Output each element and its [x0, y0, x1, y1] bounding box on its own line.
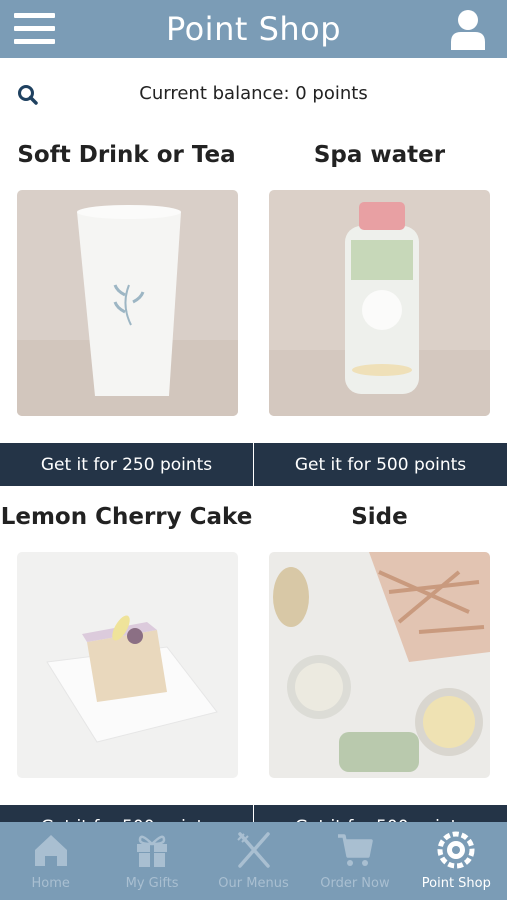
- app-header: Point Shop: [0, 0, 507, 58]
- current-balance: Current balance: 0 points: [139, 83, 368, 104]
- product-image-cake[interactable]: [17, 552, 238, 778]
- tab-label: My Gifts: [125, 876, 179, 891]
- product-name: Lemon Cherry Cake: [0, 504, 253, 530]
- tab-order-now[interactable]: Order Now: [304, 822, 405, 900]
- product-name: Side: [351, 504, 408, 530]
- tab-our-menus[interactable]: Our Menus: [203, 822, 304, 900]
- gift-icon: [137, 835, 168, 867]
- bottom-tab-bar: Home My Gifts Our Menus Order Now Point …: [0, 822, 507, 900]
- balance-row: Current balance: 0 points: [0, 70, 507, 118]
- page-title: Point Shop: [165, 10, 342, 48]
- product-image-side[interactable]: [269, 552, 490, 778]
- tab-label: Point Shop: [421, 876, 491, 891]
- tab-point-shop[interactable]: Point Shop: [406, 822, 507, 900]
- fork-knife-icon: [236, 832, 270, 868]
- tab-label: Our Menus: [218, 876, 289, 891]
- tab-label: Order Now: [320, 876, 390, 891]
- tab-my-gifts[interactable]: My Gifts: [101, 822, 202, 900]
- product-image-spa-water[interactable]: [269, 190, 490, 416]
- user-profile-icon[interactable]: [451, 10, 485, 50]
- product-image-cup[interactable]: [17, 190, 238, 416]
- buy-button[interactable]: Get it for 500 points: [254, 443, 507, 486]
- point-shop-icon: [437, 831, 475, 869]
- menu-icon[interactable]: [14, 13, 55, 44]
- product-name: Soft Drink or Tea: [17, 142, 236, 168]
- tab-label: Home: [31, 876, 70, 891]
- product-name: Spa water: [313, 142, 446, 168]
- tab-home[interactable]: Home: [0, 822, 101, 900]
- home-icon: [34, 835, 67, 866]
- buy-button[interactable]: Get it for 250 points: [0, 443, 253, 486]
- cart-icon: [337, 834, 373, 866]
